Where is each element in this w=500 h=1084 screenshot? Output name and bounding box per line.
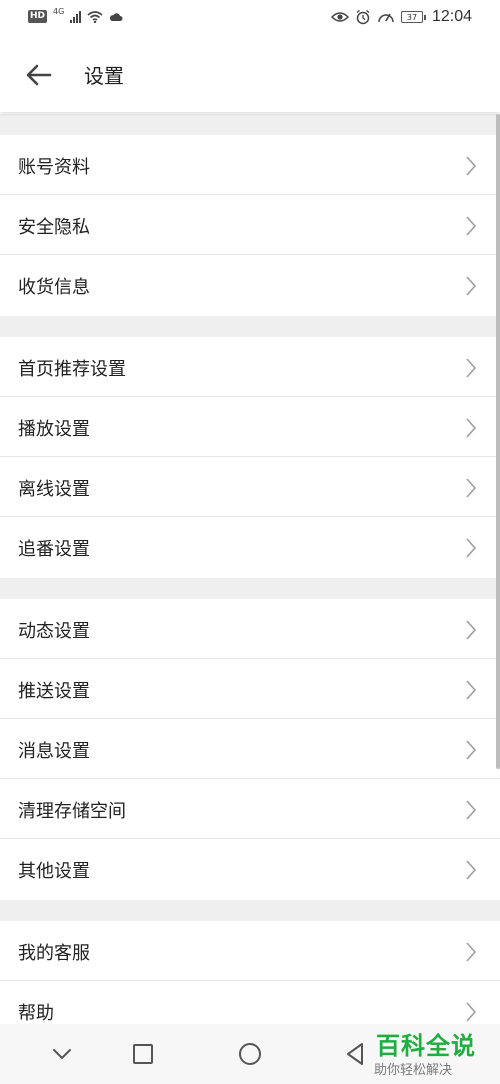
network-type: 4G <box>53 7 65 16</box>
scrollbar[interactable] <box>496 114 500 769</box>
chevron-right-icon <box>466 1002 477 1022</box>
eye-icon <box>330 12 349 22</box>
group-divider <box>0 578 500 599</box>
speed-icon <box>378 13 394 23</box>
chevron-right-icon <box>466 478 477 498</box>
settings-item-label: 帮助 <box>18 1003 54 1024</box>
settings-item-label: 收货信息 <box>18 277 90 298</box>
settings-list[interactable]: 账号资料 安全隐私 收货信息 首页推荐设置 播放设置 离线设置 追番设置 动态设… <box>0 114 500 1024</box>
settings-item-label: 消息设置 <box>18 741 90 762</box>
wifi-icon <box>87 10 103 23</box>
settings-item-label: 其他设置 <box>18 861 90 882</box>
settings-item-label: 我的客服 <box>18 943 90 964</box>
group-divider <box>0 900 500 921</box>
settings-item-label: 追番设置 <box>18 539 90 560</box>
status-bar: HD 4G 37 12:04 <box>0 0 500 36</box>
chevron-right-icon <box>466 680 477 700</box>
settings-item-messages[interactable]: 消息设置 <box>0 719 500 779</box>
status-right: 37 12:04 <box>330 8 472 26</box>
settings-item-label: 离线设置 <box>18 479 90 500</box>
chevron-right-icon <box>466 276 477 296</box>
settings-item-playback[interactable]: 播放设置 <box>0 397 500 457</box>
battery-level: 37 <box>400 11 423 23</box>
chevron-right-icon <box>466 800 477 820</box>
settings-item-label: 清理存储空间 <box>18 801 126 822</box>
hd-icon: HD <box>28 10 48 23</box>
settings-item-label: 账号资料 <box>18 157 90 178</box>
chevron-right-icon <box>466 216 477 236</box>
settings-item-shipping-info[interactable]: 收货信息 <box>0 255 500 316</box>
chevron-right-icon <box>466 358 477 378</box>
settings-item-feed[interactable]: 动态设置 <box>0 599 500 659</box>
chevron-right-icon <box>466 156 477 176</box>
settings-group-account: 账号资料 安全隐私 收货信息 <box>0 135 500 316</box>
home-circle-icon[interactable] <box>234 1038 266 1070</box>
settings-item-label: 推送设置 <box>18 681 90 702</box>
settings-item-clear-storage[interactable]: 清理存储空间 <box>0 779 500 839</box>
settings-item-push[interactable]: 推送设置 <box>0 659 500 719</box>
settings-item-label: 首页推荐设置 <box>18 359 126 380</box>
settings-item-home-recommend[interactable]: 首页推荐设置 <box>0 337 500 397</box>
group-divider <box>0 316 500 337</box>
settings-item-account-profile[interactable]: 账号资料 <box>0 135 500 195</box>
settings-item-label: 动态设置 <box>18 621 90 642</box>
settings-item-follow-anime[interactable]: 追番设置 <box>0 517 500 578</box>
cloud-icon <box>110 12 123 21</box>
page-title: 设置 <box>84 64 124 88</box>
group-divider <box>0 114 500 135</box>
alarm-icon <box>356 9 370 25</box>
chevron-down-icon[interactable] <box>46 1038 78 1070</box>
recent-apps-square-icon[interactable] <box>127 1038 159 1070</box>
chevron-right-icon <box>466 620 477 640</box>
settings-item-help[interactable]: 帮助 <box>0 981 500 1024</box>
settings-item-security-privacy[interactable]: 安全隐私 <box>0 195 500 255</box>
settings-item-label: 播放设置 <box>18 419 90 440</box>
chevron-right-icon <box>466 740 477 760</box>
settings-item-offline[interactable]: 离线设置 <box>0 457 500 517</box>
app-header: 设置 <box>0 36 500 112</box>
signal-icon <box>70 10 82 23</box>
settings-group-general: 动态设置 推送设置 消息设置 清理存储空间 其他设置 <box>0 599 500 900</box>
clock: 12:04 <box>431 8 472 25</box>
settings-group-support: 我的客服 帮助 <box>0 921 500 1024</box>
watermark-title: 百科全说 <box>376 1032 476 1060</box>
chevron-right-icon <box>466 860 477 880</box>
chevron-right-icon <box>466 942 477 962</box>
battery-icon: 37 <box>400 11 426 23</box>
back-arrow-icon[interactable] <box>24 60 54 90</box>
chevron-right-icon <box>466 538 477 558</box>
settings-group-playback: 首页推荐设置 播放设置 离线设置 追番设置 <box>0 337 500 578</box>
settings-item-customer-service[interactable]: 我的客服 <box>0 921 500 981</box>
settings-item-label: 安全隐私 <box>18 217 90 238</box>
watermark: 百科全说 助你轻松解决 <box>368 1024 486 1082</box>
status-left: HD 4G <box>28 7 123 23</box>
watermark-subtitle: 助你轻松解决 <box>374 1063 453 1078</box>
chevron-right-icon <box>466 418 477 438</box>
settings-item-other[interactable]: 其他设置 <box>0 839 500 900</box>
